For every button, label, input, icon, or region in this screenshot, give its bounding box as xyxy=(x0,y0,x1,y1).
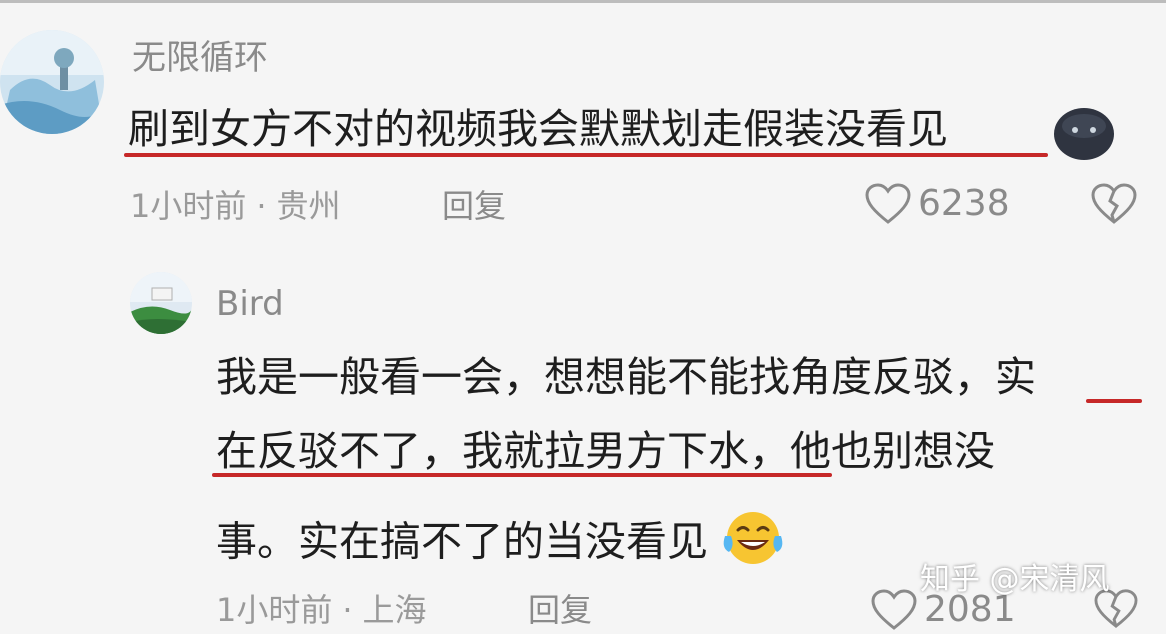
comment-1-time: 1小时前 xyxy=(130,187,247,225)
comment-2-line-3: 事。实在搞不了的当没看见 xyxy=(216,510,785,579)
comment-1-meta: 1小时前 · 贵州 xyxy=(130,186,341,226)
comment-2-line-3-text: 事。实在搞不了的当没看见 xyxy=(216,517,708,566)
avatar-user2[interactable] xyxy=(130,272,192,334)
like-button-1[interactable]: 6238 xyxy=(864,182,1010,226)
reply-button-2[interactable]: 回复 xyxy=(528,590,592,630)
comment-2-line-1-marked: 实 xyxy=(995,353,1036,401)
comment-2-line-2-plain: ，他也别想没 xyxy=(749,427,995,475)
highlight-underline-2a xyxy=(1086,399,1142,403)
avatar-user1[interactable] xyxy=(0,30,104,134)
comment-2-line-2-marked: 在反驳不了，我就拉男方下水 xyxy=(216,427,749,475)
comment-1-text: 刷到女方不对的视频我会默默划走假装没看见 xyxy=(128,104,948,154)
username-2[interactable]: Bird xyxy=(216,284,284,324)
dark-blob-emoji-icon xyxy=(1052,104,1116,166)
comment-2-meta: 1小时前 · 上海 xyxy=(216,590,427,630)
top-divider xyxy=(0,0,1166,3)
dislike-button-1[interactable] xyxy=(1090,182,1138,230)
comment-2-time: 1小时前 xyxy=(216,591,333,629)
heart-icon xyxy=(865,183,911,224)
comment-2-line-1: 我是一般看一会，想想能不能找角度反驳，实 xyxy=(216,352,1036,402)
comment-1-body: 刷到女方不对的视频我会默默划走假装没看见 xyxy=(128,105,948,153)
like-count-1: 6238 xyxy=(918,183,1010,224)
reply-button-1[interactable]: 回复 xyxy=(442,186,506,226)
comment-1-location: 贵州 xyxy=(276,187,341,225)
highlight-underline-2b xyxy=(212,473,832,477)
comment-2-line-1-plain: 我是一般看一会，想想能不能找角度反驳， xyxy=(216,353,995,401)
username-1[interactable]: 无限循环 xyxy=(132,38,268,78)
meta-separator: · xyxy=(256,187,267,225)
meta-separator: · xyxy=(342,591,353,629)
laughing-tears-emoji-icon xyxy=(721,510,785,579)
zhihu-watermark: 知乎 @宋清风 xyxy=(920,562,1110,597)
comment-2-location: 上海 xyxy=(362,591,427,629)
highlight-underline-1 xyxy=(124,153,1048,157)
broken-heart-icon xyxy=(1091,183,1137,224)
heart-icon xyxy=(871,589,917,630)
comment-2-line-2: 在反驳不了，我就拉男方下水，他也别想没 xyxy=(216,426,995,476)
